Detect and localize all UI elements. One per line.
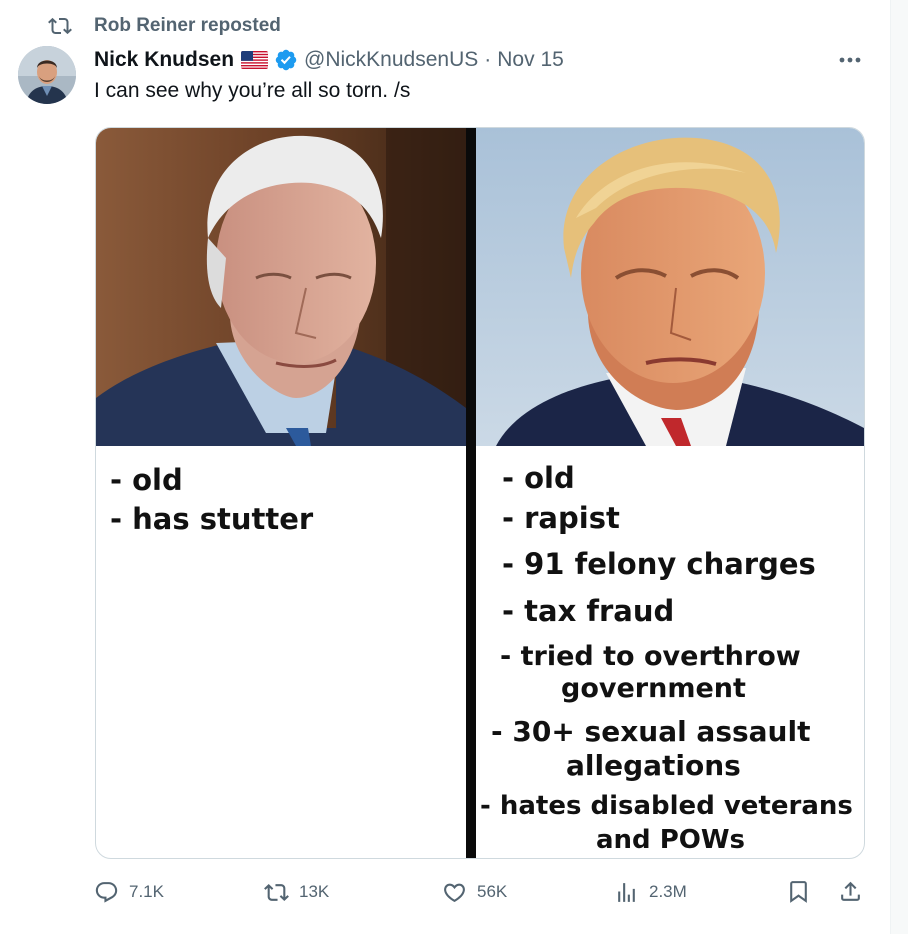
- post-card[interactable]: Rob Reiner reposted Nick Knudsen @NickKn…: [0, 0, 891, 934]
- bookmark-icon[interactable]: [786, 879, 811, 904]
- avatar[interactable]: [18, 46, 76, 104]
- like-count: 56K: [477, 882, 508, 901]
- repost-header: Rob Reiner reposted: [48, 14, 281, 38]
- right-list-item: - rapist: [502, 501, 620, 535]
- center-divider: [466, 128, 476, 858]
- repost-count: 13K: [299, 882, 330, 901]
- right-list-item-cont: allegations: [566, 749, 741, 782]
- right-list-item: - 30+ sexual assault: [491, 715, 811, 748]
- repost-button[interactable]: 13K: [264, 872, 329, 912]
- us-flag-icon: [241, 51, 269, 69]
- more-options-icon[interactable]: [836, 50, 864, 70]
- views-count: 2.3M: [649, 882, 687, 901]
- heart-icon: [444, 883, 465, 902]
- right-list-item: - hates disabled veterans: [480, 791, 853, 821]
- share-icon[interactable]: [838, 879, 863, 904]
- separator-dot: ·: [484, 48, 492, 71]
- action-bar: 7.1K 13K 56K 2.3M: [94, 872, 866, 912]
- analytics-icon: [618, 882, 635, 902]
- repost-icon: [48, 17, 72, 35]
- left-list-item: - has stutter: [110, 502, 314, 536]
- left-portrait-photo: [96, 128, 466, 446]
- views-button[interactable]: 2.3M: [614, 872, 687, 912]
- right-list-item-cont: government: [561, 673, 746, 704]
- right-list-item-cont: and POWs: [596, 825, 746, 855]
- reply-button[interactable]: 7.1K: [94, 872, 164, 912]
- right-portrait-photo: [476, 128, 864, 446]
- media-image[interactable]: - old - has stutter - old - rapist - 91 …: [95, 127, 865, 859]
- author-name[interactable]: Nick Knudsen: [94, 48, 234, 72]
- right-list-item: - tried to overthrow: [500, 641, 801, 672]
- right-list-item: - old: [502, 461, 575, 495]
- tweet-text: I can see why you’re all so torn. /s: [94, 79, 411, 102]
- post-date[interactable]: Nov 15: [497, 48, 564, 72]
- repost-action-icon: [264, 883, 289, 901]
- right-list-item: - 91 felony charges: [502, 547, 816, 581]
- repost-label[interactable]: Rob Reiner reposted: [94, 15, 281, 37]
- right-list-item: - tax fraud: [502, 594, 675, 628]
- author-handle[interactable]: @NickKnudsenUS: [304, 48, 478, 72]
- post-header: Nick Knudsen @NickKnudsenUS · Nov 15: [94, 45, 564, 75]
- like-button[interactable]: 56K: [442, 872, 507, 912]
- avatar-image: [18, 46, 76, 104]
- reply-count: 7.1K: [129, 882, 164, 901]
- left-list-item: - old: [110, 463, 183, 497]
- verified-badge-icon[interactable]: [274, 48, 298, 72]
- reply-icon: [95, 881, 118, 903]
